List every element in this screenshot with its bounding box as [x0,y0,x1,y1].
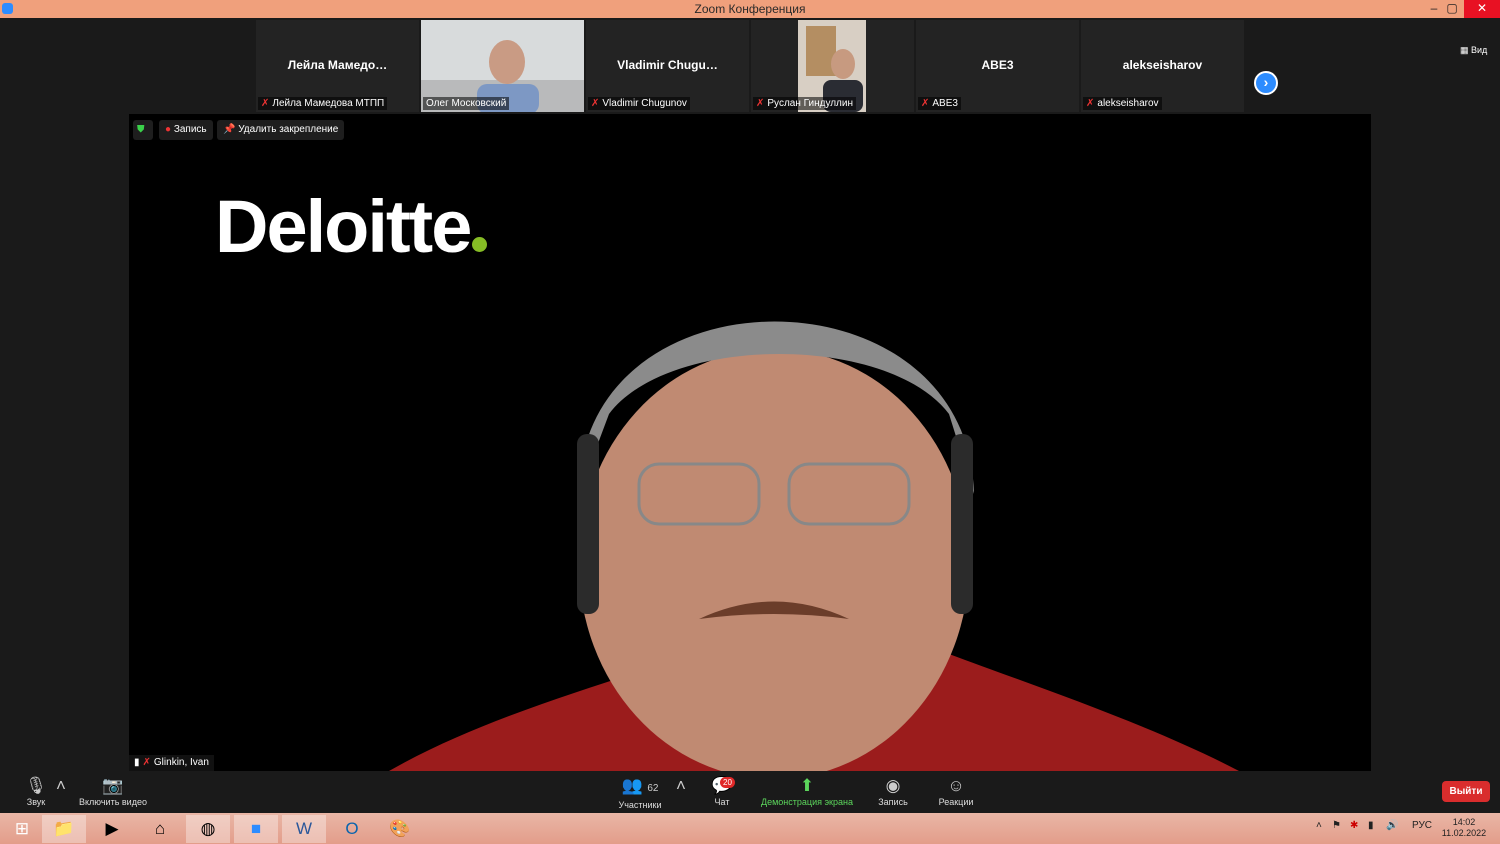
record-label: Запись [878,797,908,807]
outlook-icon[interactable]: O [330,815,374,843]
mic-muted-icon: ✗ [261,98,270,109]
record-dot-icon: ● [165,124,172,135]
unpin-button[interactable]: 📌 Удалить закрепление [217,120,345,140]
participant-label-text: Руслан Гиндуллин [767,98,854,109]
recording-label: Запись [173,124,207,135]
video-button[interactable]: 📷 Включить видео [76,775,150,807]
participants-button[interactable]: 👥 62 Участники [614,775,666,810]
logo-text: Deloitte [215,185,472,268]
leave-button[interactable]: Выйти [1442,781,1490,802]
audio-button[interactable]: 🎙 Звук [22,775,50,807]
participant-label-text: Лейла Мамедова МТПП [272,98,385,109]
clock[interactable]: 14:02 11.02.2022 [1440,817,1488,839]
speaker-name: Glinkin, Ivan [153,757,209,768]
participants-count: 62 [647,783,659,794]
reactions-label: Реакции [938,797,974,807]
participant-name: ABE3 [981,58,1014,72]
participant-label: ✗ Лейла Мамедова МТПП [258,97,388,110]
reactions-icon: ☺ [947,776,965,795]
paint-icon[interactable]: 🎨 [378,815,422,843]
participant-tile[interactable]: ABE3 ✗ ABE3 [916,20,1079,112]
participant-label: ✗ ABE3 [918,97,961,110]
video-label: Включить видео [79,797,147,807]
view-label: Вид [1471,45,1488,55]
audio-options-caret[interactable]: ˄ [56,775,66,797]
audio-label: Звук [26,797,46,807]
participant-label: ✗ Vladimir Chugunov [588,97,690,110]
mic-muted-icon: ✗ [1086,98,1095,109]
start-icon[interactable]: ⊞ [0,815,44,843]
share-screen-label: Демонстрация экрана [761,797,853,807]
chevron-up-icon: ˄ [676,776,686,795]
participant-label: ✗ alekseisharov [1083,97,1162,110]
participants-strip: Лейла Мамедо… ✗ Лейла Мамедова МТПП Олег … [0,18,1500,114]
chat-button[interactable]: 💬 20 Чат [708,775,736,807]
chevron-up-icon: ˄ [56,776,66,795]
window-titlebar: Zoom Конференция – ▢ ✕ [0,0,1500,18]
participant-label-text: alekseisharov [1097,98,1159,109]
tray-expand-icon[interactable]: ˄ [1316,820,1322,831]
volume-icon[interactable]: 🔊 [1386,820,1398,831]
participant-name: Vladimir Chugu… [617,58,718,72]
flag-icon[interactable]: ⚑ [1332,820,1341,831]
chrome-icon[interactable]: ◍ [186,815,230,843]
logo-dot [472,237,488,252]
mic-muted-icon: ✗ [591,98,600,109]
maximize-button[interactable]: ▢ [1438,0,1466,18]
participant-label: Олег Московский [423,97,510,110]
unpin-label: Удалить закрепление [238,124,339,135]
window-title: Zoom Конференция [694,2,806,16]
media-player-icon[interactable]: ▶ [90,815,134,843]
participants-icon: 👥 62 [621,776,659,795]
speaker-label: ▮ ✗ Glinkin, Ivan [129,755,214,771]
chevron-right-icon[interactable]: › [1254,71,1278,95]
grid-icon: ▦ [1460,45,1469,55]
file-explorer-icon[interactable]: 📁 [42,815,86,843]
shield-icon[interactable]: ⛊ [133,120,153,140]
share-screen-icon: ⬆ [799,776,815,795]
pin-icon: 📌 [223,124,236,135]
record-icon: ◉ [885,776,901,795]
participant-tile-video[interactable]: ✗ Руслан Гиндуллин [751,20,914,112]
participant-label-text: Олег Московский [426,98,507,109]
view-button[interactable]: ▦ Вид [1460,45,1487,56]
word-icon[interactable]: W [282,815,326,843]
participant-tile[interactable]: Vladimir Chugu… ✗ Vladimir Chugunov [586,20,749,112]
participant-label-text: ABE3 [932,98,958,109]
meeting-toolbar: 🎙 Звук ˄ 📷 Включить видео 👥 62 Участники… [0,771,1500,813]
clock-date: 11.02.2022 [1441,828,1487,838]
close-button[interactable]: ✕ [1464,0,1500,18]
participant-name: Лейла Мамедо… [287,58,388,72]
participants-label: Участники [618,800,662,810]
mic-muted-icon: ✗ [756,98,765,109]
participant-label-text: Vladimir Chugunov [602,98,687,109]
chat-badge: 20 [720,777,735,788]
deloitte-logo: Deloitte [215,184,488,269]
video-off-icon: 📷 [102,776,124,795]
participant-name: alekseisharov [1122,58,1203,72]
main-video: Deloitte ⛊ ● Запись 📌 Удалить закреплени… [129,114,1371,771]
recording-indicator[interactable]: ● Запись [159,120,213,140]
language-indicator[interactable]: РУС [1412,820,1432,831]
zoom-icon[interactable]: ■ [234,815,278,843]
participant-label: ✗ Руслан Гиндуллин [753,97,857,110]
record-button[interactable]: ◉ Запись [876,775,910,807]
signal-icon: ▮ [134,757,140,768]
windows-taskbar: ⊞ 📁 ▶ ⌂ ◍ ■ W O 🎨 ˄ ⚑ ✱ ▮ 🔊 РУС 14:02 11… [0,813,1500,844]
network-icon[interactable]: ▮ [1368,820,1374,831]
participant-tile[interactable]: alekseisharov ✗ alekseisharov [1081,20,1244,112]
chat-label: Чат [714,797,730,807]
microphone-icon: 🎙 [25,776,47,795]
antivirus-icon[interactable]: ✱ [1350,820,1358,831]
participants-options-caret[interactable]: ˄ [676,775,686,797]
participant-tile-video[interactable]: Олег Московский [421,20,584,112]
mic-muted-icon: ✗ [142,757,151,768]
clock-time: 14:02 [1452,817,1476,827]
reactions-button[interactable]: ☺ Реакции [936,775,976,807]
share-screen-button[interactable]: ⬆ Демонстрация экрана [758,775,856,807]
home-icon[interactable]: ⌂ [138,815,182,843]
mic-muted-icon: ✗ [921,98,930,109]
participant-tile[interactable]: Лейла Мамедо… ✗ Лейла Мамедова МТПП [256,20,419,112]
